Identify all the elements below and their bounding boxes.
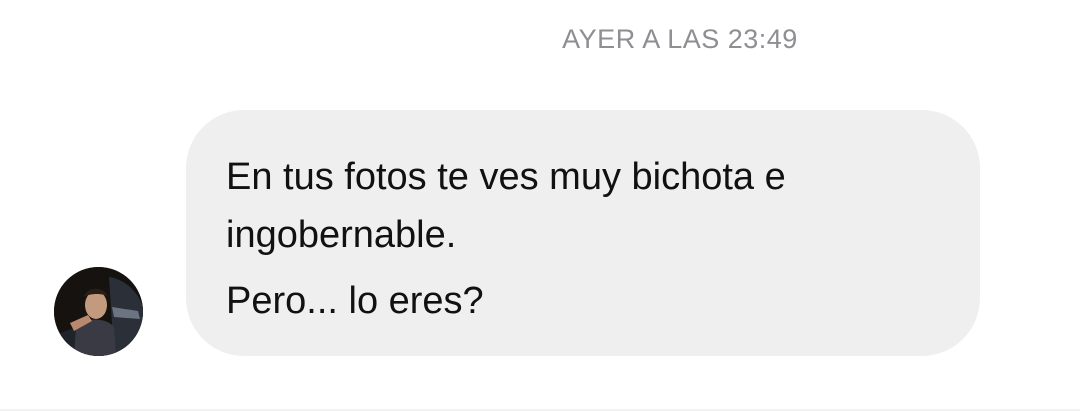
received-message-row: En tus fotos te ves muy bichota e ingobe… xyxy=(54,110,984,358)
message-bubble[interactable]: En tus fotos te ves muy bichota e ingobe… xyxy=(186,110,980,356)
sender-avatar[interactable] xyxy=(54,267,143,356)
message-timestamp: AYER A LAS 23:49 xyxy=(562,24,798,54)
message-text-line-1: En tus fotos te ves muy bichota e xyxy=(226,156,786,198)
chat-thread: AYER A LAS 23:49 En tus fotos te ves muy… xyxy=(0,0,1080,411)
message-text-line-2: ingobernable. xyxy=(226,214,457,256)
message-text-line-3: Pero... lo eres? xyxy=(226,280,484,322)
avatar-photo-icon xyxy=(54,267,143,356)
